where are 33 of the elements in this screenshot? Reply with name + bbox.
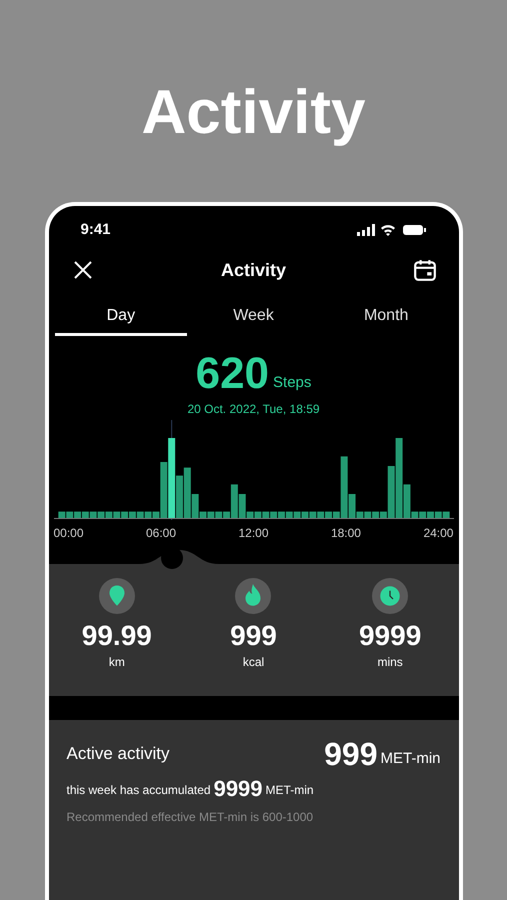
recommendation-note: Recommended effective MET-min is 600-1000 xyxy=(66,809,314,826)
stat-unit: kcal xyxy=(242,654,264,671)
week-summary-label: this week has accumulated xyxy=(66,782,211,799)
time-axis-label: 06:00 xyxy=(146,525,176,542)
page-headline: Activity xyxy=(142,82,366,144)
steps-unit: Steps xyxy=(273,372,312,392)
week-met-unit: MET-min xyxy=(266,782,314,799)
stat-unit: km xyxy=(108,654,125,671)
time-axis-label: 24:00 xyxy=(423,525,454,542)
stat-unit: mins xyxy=(377,654,403,671)
stat-value: 99.99 xyxy=(82,619,152,653)
period-tab[interactable]: Month xyxy=(320,298,453,336)
period-tab[interactable]: Day xyxy=(54,298,188,336)
duration-icon xyxy=(372,578,408,614)
week-met-value: 9999 xyxy=(214,778,263,800)
period-tab[interactable]: Week xyxy=(187,298,320,336)
time-axis-label: 00:00 xyxy=(54,525,84,542)
steps-value: 620 xyxy=(196,352,270,396)
met-value: 999 xyxy=(324,738,378,770)
time-axis-label: 18:00 xyxy=(330,525,361,542)
time-axis-label: 12:00 xyxy=(238,525,268,542)
screen-title: Activity xyxy=(220,258,286,282)
met-unit: MET-min xyxy=(380,748,440,768)
stat-value: 9999 xyxy=(358,619,422,653)
status-time: 9:41 xyxy=(80,220,111,240)
stat-value: 999 xyxy=(230,619,277,653)
distance-icon xyxy=(98,578,135,614)
calories-icon xyxy=(235,578,272,614)
close-icon xyxy=(72,260,92,280)
calendar-icon xyxy=(412,258,436,282)
active-activity-title: Active activity xyxy=(66,742,170,764)
steps-timestamp: 20 Oct. 2022, Tue, 18:59 xyxy=(187,401,320,418)
status-indicators-icon xyxy=(356,223,426,237)
